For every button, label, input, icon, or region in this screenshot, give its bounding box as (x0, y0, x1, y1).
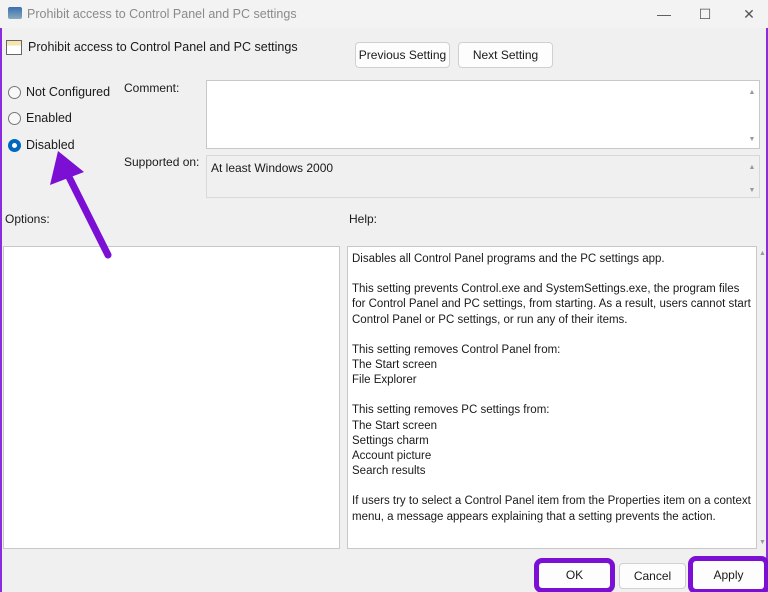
annotation-arrow (50, 151, 112, 259)
arrow-shaft (64, 171, 112, 259)
